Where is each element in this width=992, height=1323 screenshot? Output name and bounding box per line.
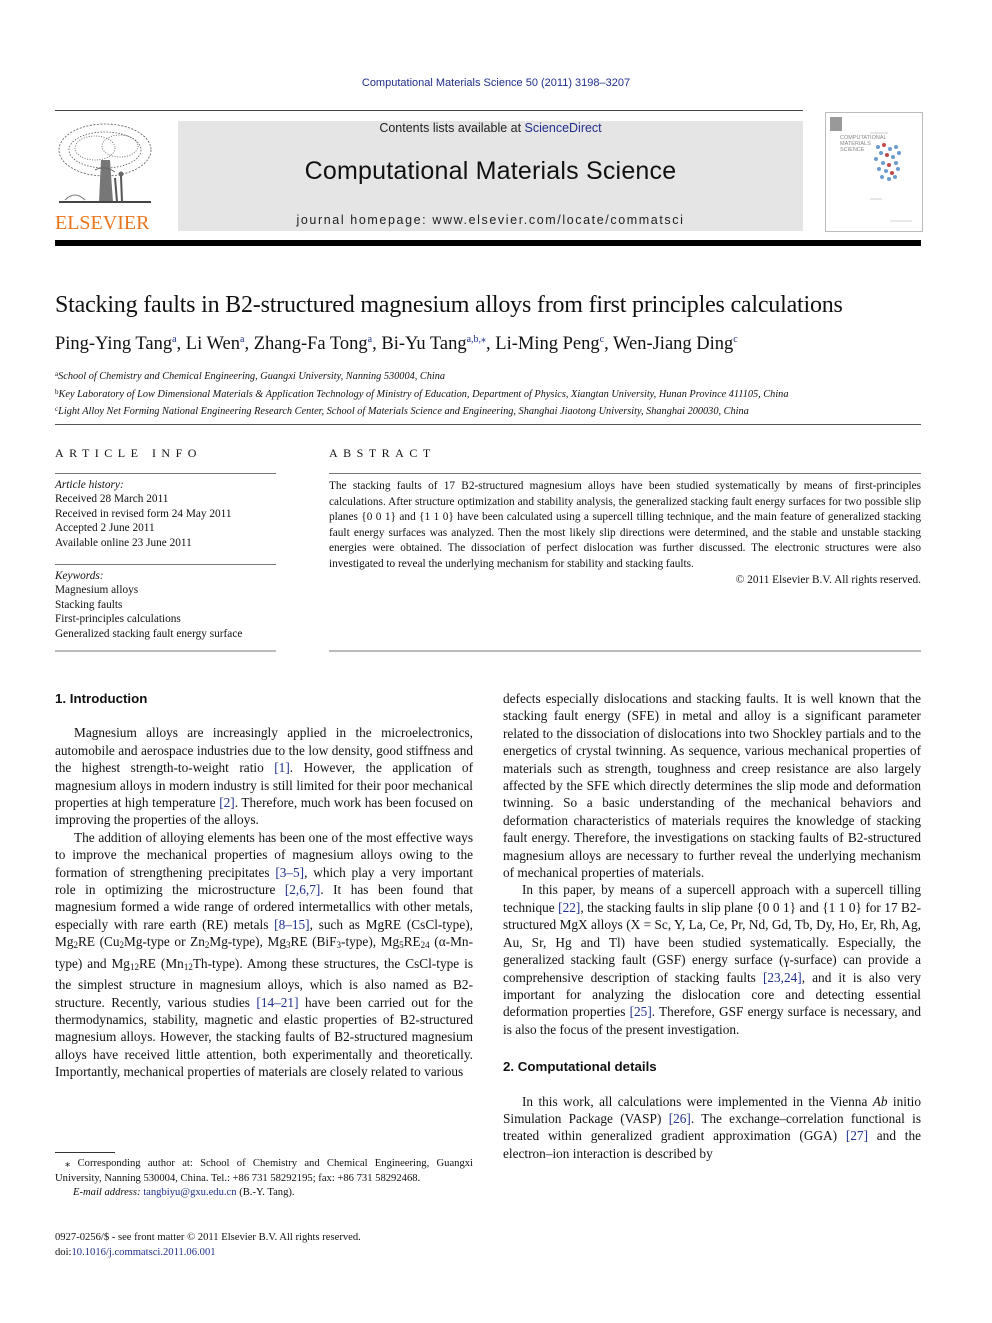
- author[interactable]: Wen-Jiang Ding: [613, 334, 733, 354]
- elsevier-wordmark: ELSEVIER: [55, 212, 150, 234]
- affiliation-text: Key Laboratory of Low Dimensional Materi…: [58, 388, 789, 400]
- author-affiliation-mark[interactable]: c: [600, 334, 604, 345]
- citation-link[interactable]: [8–15]: [274, 917, 309, 932]
- citation-link[interactable]: [22]: [558, 900, 580, 915]
- author-affiliation-mark[interactable]: c: [733, 334, 737, 345]
- email-line: E-mail address: tangbiyu@gxu.edu.cn (B.-…: [55, 1186, 473, 1201]
- contents-prefix: Contents lists available at: [379, 121, 525, 135]
- sciencedirect-link[interactable]: ScienceDirect: [525, 121, 602, 135]
- history-item: Accepted 2 June 2011: [55, 522, 155, 535]
- citation-link[interactable]: [14–21]: [256, 995, 298, 1010]
- article-title: Stacking faults in B2-structured magnesi…: [55, 292, 843, 318]
- history-item: Received 28 March 2011: [55, 493, 169, 506]
- article-history-label: Article history:: [55, 479, 124, 491]
- contents-available: Contents lists available at ScienceDirec…: [178, 121, 803, 135]
- author-affiliation-mark[interactable]: a: [368, 334, 372, 345]
- citation-link[interactable]: [23,24]: [763, 970, 802, 985]
- author-affiliation-mark[interactable]: a,b,⁎: [467, 334, 486, 345]
- journal-title: Computational Materials Science: [304, 157, 677, 185]
- email-label: E-mail address:: [73, 1187, 144, 1198]
- abstract-heading: ABSTRACT: [329, 446, 436, 460]
- keyword: Generalized stacking fault energy surfac…: [55, 627, 243, 640]
- author[interactable]: Ping-Ying Tang: [55, 334, 172, 354]
- author[interactable]: Bi-Yu Tang: [381, 334, 466, 354]
- affiliation-text: Light Alloy Net Forming National Enginee…: [58, 406, 749, 417]
- citation-link[interactable]: [3–5]: [275, 865, 304, 880]
- section-divider: [55, 424, 921, 425]
- paragraph: In this work, all calculations were impl…: [503, 1093, 921, 1161]
- issn-doi-block: 0927-0256/$ - see front matter © 2011 El…: [55, 1231, 361, 1260]
- abstract-copyright: © 2011 Elsevier B.V. All rights reserved…: [735, 573, 921, 586]
- article-info-rule: [55, 473, 276, 474]
- body-right-column: defects especially dislocations and stac…: [503, 690, 921, 1162]
- article-info-bottom-rule: [55, 650, 276, 652]
- corresponding-author-note: ⁎ Corresponding author at: School of Che…: [55, 1158, 473, 1184]
- affiliation: bKey Laboratory of Low Dimensional Mater…: [55, 385, 935, 403]
- doi-line: doi:10.1016/j.commatsci.2011.06.001: [55, 1246, 361, 1261]
- journal-banner: Contents lists available at ScienceDirec…: [178, 121, 803, 231]
- citation-link[interactable]: [2,6,7]: [285, 882, 320, 897]
- citation-link[interactable]: [2]: [219, 795, 235, 810]
- paragraph: In this paper, by means of a supercell a…: [503, 882, 922, 1037]
- keyword: Stacking faults: [55, 598, 123, 611]
- affiliations: aSchool of Chemistry and Chemical Engine…: [55, 367, 935, 420]
- abstract-text: The stacking faults of 17 B2-structured …: [329, 480, 921, 570]
- article-history: Article history: Received 28 March 2011 …: [55, 478, 276, 550]
- doi-link[interactable]: 10.1016/j.commatsci.2011.06.001: [71, 1247, 215, 1258]
- header-rule: [55, 110, 803, 111]
- issn-line: 0927-0256/$ - see front matter © 2011 El…: [55, 1232, 361, 1243]
- author-affiliation-mark[interactable]: a: [172, 334, 176, 345]
- email-suffix: (B.-Y. Tang).: [236, 1187, 295, 1198]
- affiliation: aSchool of Chemistry and Chemical Engine…: [55, 367, 935, 385]
- abstract-bottom-rule: [329, 650, 921, 652]
- section-heading-introduction: 1. Introduction: [55, 691, 148, 706]
- history-item: Received in revised form 24 May 2011: [55, 507, 232, 520]
- journal-cover-thumbnail[interactable]: COMPUTATIONAL MATERIALS SCIENCE: [825, 112, 923, 232]
- body-left-column: 1. Introduction Magnesium alloys are inc…: [55, 690, 473, 1081]
- journal-citation[interactable]: Computational Materials Science 50 (2011…: [0, 77, 992, 89]
- author-list: Ping-Ying Tanga, Li Wena, Zhang-Fa Tonga…: [55, 334, 738, 354]
- author-affiliation-mark[interactable]: a: [240, 334, 244, 345]
- abstract-rule: [329, 473, 921, 474]
- keywords: Keywords: Magnesium alloys Stacking faul…: [55, 569, 276, 641]
- abstract: The stacking faults of 17 B2-structured …: [329, 479, 921, 588]
- affiliation: cLight Alloy Net Forming National Engine…: [55, 402, 935, 420]
- doi-prefix: doi:: [55, 1246, 72, 1258]
- citation-link[interactable]: [25]: [630, 1004, 652, 1019]
- paragraph: defects especially dislocations and stac…: [503, 691, 921, 881]
- history-item: Available online 23 June 2011: [55, 536, 192, 549]
- cover-title-line-3: SCIENCE: [840, 147, 865, 153]
- tree-logo-icon: [58, 123, 152, 203]
- email-link[interactable]: tangbiyu@gxu.edu.cn: [143, 1187, 236, 1198]
- header-thick-rule: [55, 240, 921, 246]
- paragraph: The addition of alloying elements has be…: [55, 829, 474, 1080]
- keywords-rule: [55, 564, 276, 565]
- footnote-rule: [55, 1152, 115, 1153]
- author[interactable]: Li-Ming Peng: [495, 334, 599, 354]
- journal-homepage: journal homepage: www.elsevier.com/locat…: [178, 213, 803, 227]
- citation-link[interactable]: [1]: [274, 760, 290, 775]
- paragraph: Magnesium alloys are increasingly applie…: [55, 725, 474, 828]
- keyword: First-principles calculations: [55, 613, 181, 626]
- homepage-url[interactable]: www.elsevier.com/locate/commatsci: [432, 213, 684, 227]
- citation-link[interactable]: [26]: [669, 1111, 691, 1126]
- affiliation-text: School of Chemistry and Chemical Enginee…: [58, 371, 446, 382]
- corresponding-author-footnote: ⁎ Corresponding author at: School of Che…: [55, 1157, 473, 1201]
- keyword: Magnesium alloys: [55, 584, 139, 597]
- author[interactable]: Zhang-Fa Tong: [254, 334, 368, 354]
- section-heading-computational-details: 2. Computational details: [503, 1059, 657, 1075]
- cover-image-icon: COMPUTATIONAL MATERIALS SCIENCE: [830, 117, 912, 222]
- keywords-label: Keywords:: [55, 570, 104, 582]
- author[interactable]: Li Wen: [186, 334, 240, 354]
- citation-link[interactable]: [27]: [846, 1128, 868, 1143]
- article-info-heading: ARTICLE INFO: [55, 446, 202, 460]
- elsevier-logo[interactable]: ELSEVIER: [55, 120, 155, 234]
- homepage-prefix: journal homepage:: [296, 213, 433, 227]
